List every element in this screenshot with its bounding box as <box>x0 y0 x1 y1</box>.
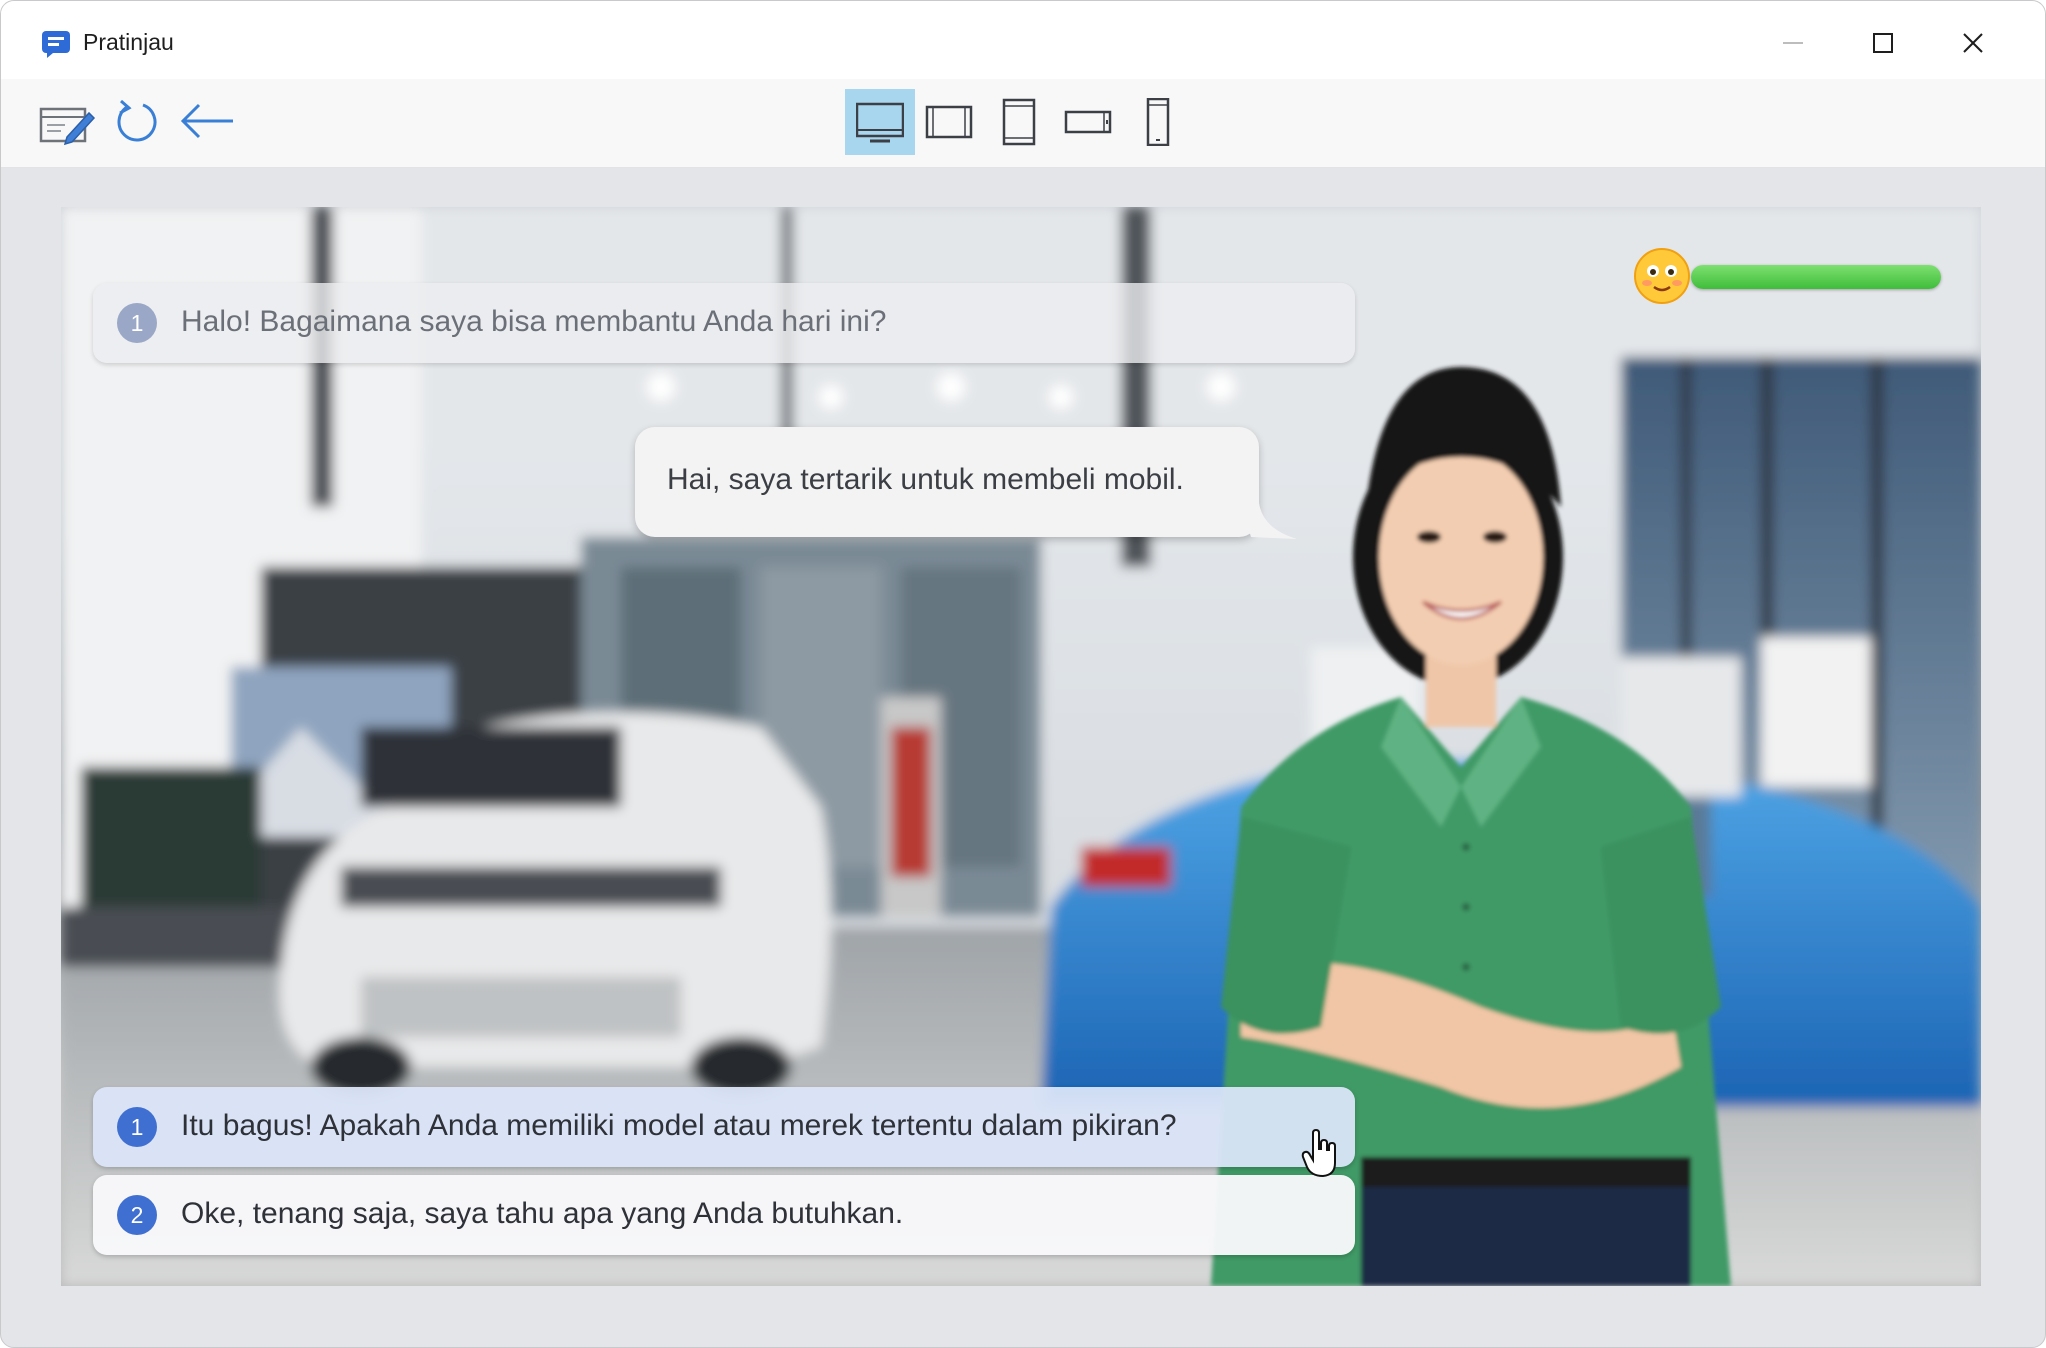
desktop-icon <box>856 102 904 143</box>
phone-portrait-view-button[interactable] <box>1123 89 1193 155</box>
edit-button[interactable] <box>37 89 97 153</box>
tablet-portrait-icon <box>1002 98 1036 146</box>
desktop-view-button[interactable] <box>845 89 915 155</box>
close-button[interactable] <box>1937 19 2009 67</box>
back-arrow-icon <box>180 103 233 139</box>
smiley-face-icon <box>1634 248 1690 304</box>
phone-landscape-view-button[interactable] <box>1053 89 1123 155</box>
minimize-button[interactable] <box>1757 19 1829 67</box>
minimize-icon <box>1783 42 1803 44</box>
edit-icon <box>39 107 96 146</box>
question-number-badge: 1 <box>117 303 157 343</box>
preview-stage: 1 Halo! Bagaimana saya bisa membantu And… <box>61 207 1981 1286</box>
maximize-button[interactable] <box>1847 19 1919 67</box>
title-bar: Pratinjau <box>1 1 2045 79</box>
option-text: Itu bagus! Apakah Anda memiliki model at… <box>181 1109 1177 1142</box>
preview-window: Pratinjau 1 Halo! Bagaimana saya bisa me… <box>0 0 2046 1348</box>
question-text: Halo! Bagaimana saya bisa membantu Anda … <box>181 305 887 338</box>
emotion-meter-fill <box>1691 265 1941 289</box>
back-button[interactable] <box>177 89 237 153</box>
tablet-portrait-view-button[interactable] <box>984 89 1054 155</box>
tablet-landscape-icon <box>925 105 973 139</box>
toolbar <box>1 79 2045 168</box>
emotion-meter-bar <box>1691 265 1941 289</box>
character-speech-text: Hai, saya tertarik untuk membeli mobil. <box>667 463 1184 496</box>
answer-option-2[interactable]: 2 Oke, tenang saja, saya tahu apa yang A… <box>93 1175 1355 1255</box>
tablet-landscape-view-button[interactable] <box>914 89 984 155</box>
phone-landscape-icon <box>1064 110 1112 134</box>
app-chat-icon <box>42 31 70 58</box>
close-icon <box>1963 33 1983 53</box>
option-text: Oke, tenang saja, saya tahu apa yang And… <box>181 1197 904 1230</box>
question-bubble: 1 Halo! Bagaimana saya bisa membantu And… <box>93 283 1355 363</box>
window-title: Pratinjau <box>83 29 174 55</box>
character-speech-bubble: Hai, saya tertarik untuk membeli mobil. <box>635 427 1259 537</box>
answer-option-1[interactable]: 1 Itu bagus! Apakah Anda memiliki model … <box>93 1087 1355 1167</box>
refresh-button[interactable] <box>107 89 167 153</box>
speech-bubble-tail <box>1241 503 1297 539</box>
refresh-icon <box>117 99 157 142</box>
hand-pointer-cursor-icon <box>1301 1129 1336 1178</box>
maximize-icon <box>1873 33 1893 53</box>
phone-portrait-icon <box>1146 98 1170 146</box>
option-number-badge: 1 <box>117 1107 157 1147</box>
option-number-badge: 2 <box>117 1195 157 1235</box>
